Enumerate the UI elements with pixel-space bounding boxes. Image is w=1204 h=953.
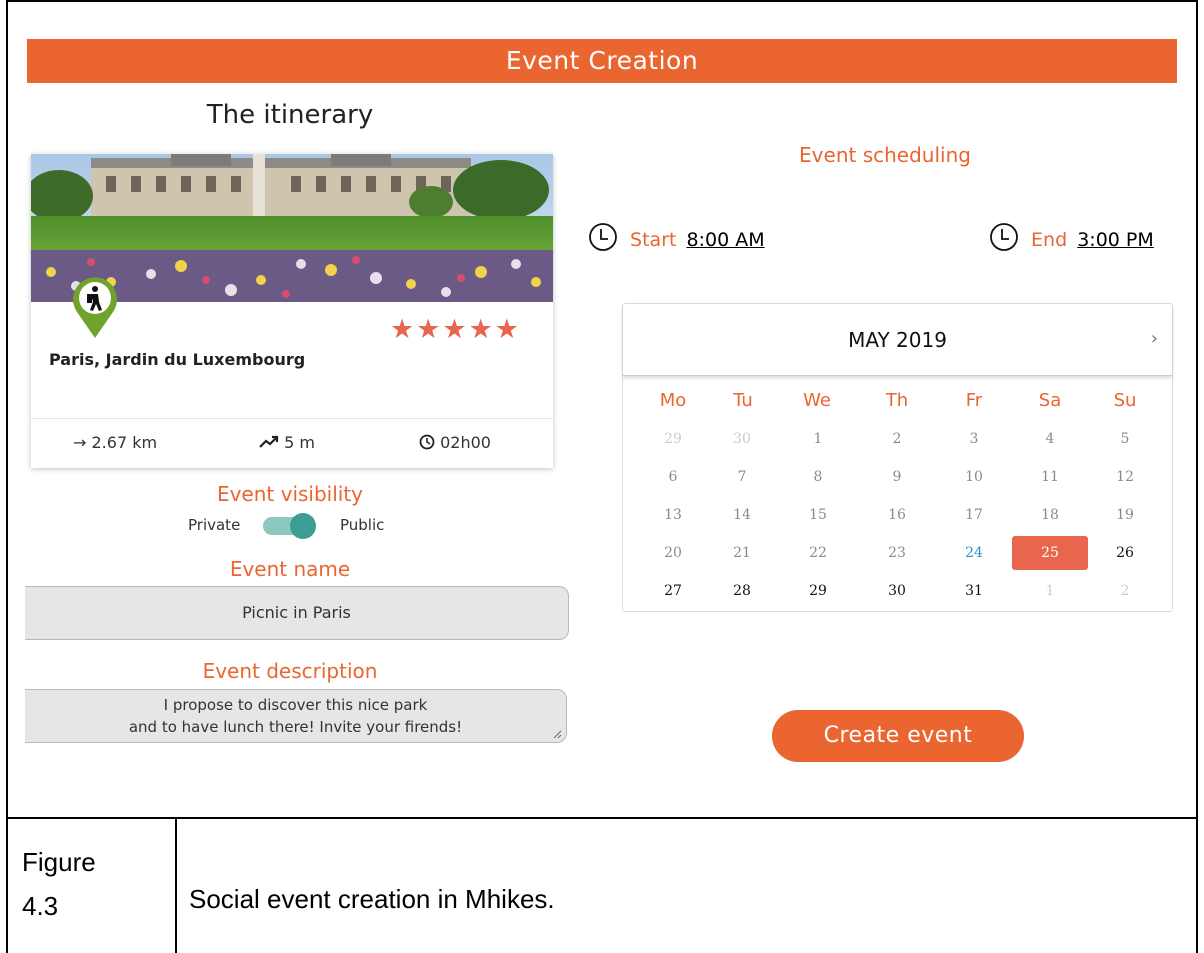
calendar-day[interactable]: 8 [780, 460, 856, 494]
weekday-label: We [803, 390, 831, 411]
clock-icon [588, 222, 618, 257]
calendar-day[interactable]: 18 [1012, 498, 1088, 532]
caption-column-border [175, 817, 177, 953]
weekday-label: Tu [733, 390, 753, 411]
start-time[interactable]: Start 8:00 AM [588, 222, 765, 254]
weekday-label: Mo [659, 390, 687, 411]
calendar-day[interactable]: 20 [635, 536, 711, 570]
figure-caption: Social event creation in Mhikes. [189, 884, 555, 914]
end-time-value[interactable]: 3:00 PM [1077, 229, 1154, 251]
calendar-day[interactable]: 23 [859, 536, 935, 570]
calendar-day[interactable]: 22 [780, 536, 856, 570]
calendar-day[interactable]: 7 [704, 460, 780, 494]
calendar-day[interactable]: 27 [635, 574, 711, 608]
weekday-label: Sa [1038, 390, 1062, 411]
description-line: and to have lunch there! Invite your fir… [128, 718, 463, 736]
weekday-label: Fr [965, 390, 983, 411]
clock-icon [419, 433, 440, 452]
end-time[interactable]: End 3:00 PM [989, 222, 1154, 254]
event-name-title: Event name [229, 557, 351, 581]
event-name-field[interactable]: Picnic in Paris [25, 586, 569, 640]
event-description-title: Event description [202, 659, 378, 683]
clock-icon [989, 222, 1019, 257]
start-time-value[interactable]: 8:00 AM [687, 229, 765, 251]
calendar-day: 2 [1120, 583, 1130, 599]
caption-top-border [6, 817, 1198, 819]
calendar-day[interactable]: 4 [1012, 422, 1088, 456]
calendar-day[interactable]: 1 [780, 422, 856, 456]
create-event-button[interactable]: Create event [772, 710, 1024, 762]
visibility-toggle-row: Private Public [150, 512, 450, 540]
calendar-day[interactable]: 13 [635, 498, 711, 532]
elevation-stat: 5 m [259, 433, 315, 452]
calendar-day[interactable]: 5 [1087, 422, 1163, 456]
chevron-right-icon[interactable]: › [1151, 328, 1158, 349]
distance-stat: → 2.67 km [73, 433, 158, 452]
route-card[interactable]: ★★★★★ Paris, Jardin du Luxembourg → 2.67… [31, 154, 553, 468]
start-label: Start [630, 228, 677, 251]
calendar-day[interactable]: 10 [936, 460, 1012, 494]
calendar-day[interactable]: 12 [1087, 460, 1163, 494]
calendar-day[interactable]: 29 [780, 574, 856, 608]
route-name: Paris, Jardin du Luxembourg [49, 350, 306, 369]
calendar-header: MAY 2019 › [623, 304, 1172, 376]
calendar-weekdays: Mo Tu We Th Fr Sa Su [623, 390, 1172, 414]
weekday-label: Th [885, 390, 909, 411]
calendar-day[interactable]: 14 [704, 498, 780, 532]
event-description-field[interactable]: I propose to discover this nice park and… [25, 689, 567, 743]
scheduling-title: Event scheduling [799, 143, 971, 167]
route-stats: → 2.67 km 5 m 02h00 [31, 418, 553, 468]
calendar-day[interactable]: 3 [936, 422, 1012, 456]
hiker-pin-icon [69, 274, 121, 340]
calendar-day[interactable]: 17 [936, 498, 1012, 532]
duration-stat: 02h00 [419, 433, 491, 452]
figure-label: Figure 4.3 [22, 840, 172, 928]
figure-label-word: Figure [22, 847, 96, 877]
calendar-day[interactable]: 28 [704, 574, 780, 608]
end-label: End [1031, 228, 1068, 251]
calendar-month: MAY 2019 [848, 328, 947, 352]
calendar-day: 29 [664, 431, 682, 447]
calendar-day-selected[interactable]: 25 [1012, 536, 1088, 570]
calendar-day: 30 [733, 431, 751, 447]
event-creation-header: Event Creation [27, 39, 1177, 83]
calendar-day[interactable]: 30 [859, 574, 935, 608]
calendar-day[interactable]: 31 [936, 574, 1012, 608]
resize-grip-icon[interactable] [552, 729, 562, 739]
calendar-day[interactable]: 2 [859, 422, 935, 456]
public-label: Public [340, 516, 385, 534]
description-line: I propose to discover this nice park [163, 696, 428, 714]
calendar-day[interactable]: 26 [1087, 536, 1163, 570]
calendar-day[interactable]: 15 [780, 498, 856, 532]
private-label: Private [188, 516, 241, 534]
calendar: MAY 2019 › Mo Tu We Th Fr Sa Su 29 30 1 2 3 4… [622, 303, 1173, 612]
calendar-day[interactable]: 24 [936, 536, 1012, 570]
calendar-day[interactable]: 19 [1087, 498, 1163, 532]
calendar-day[interactable]: 11 [1012, 460, 1088, 494]
elevation-value: 5 m [284, 433, 315, 452]
calendar-day[interactable]: 6 [635, 460, 711, 494]
duration-value: 02h00 [440, 433, 491, 452]
rating-stars: ★★★★★ [389, 314, 521, 345]
figure-number: 4.3 [22, 891, 59, 921]
itinerary-title: The itinerary [206, 100, 374, 130]
toggle-knob [290, 513, 316, 539]
calendar-day[interactable]: 9 [859, 460, 935, 494]
weekday-label: Su [1113, 390, 1137, 411]
calendar-day[interactable]: 21 [704, 536, 780, 570]
trending-up-icon [259, 433, 284, 452]
calendar-day[interactable]: 16 [859, 498, 935, 532]
visibility-title: Event visibility [216, 482, 364, 506]
calendar-day: 1 [1045, 583, 1055, 599]
